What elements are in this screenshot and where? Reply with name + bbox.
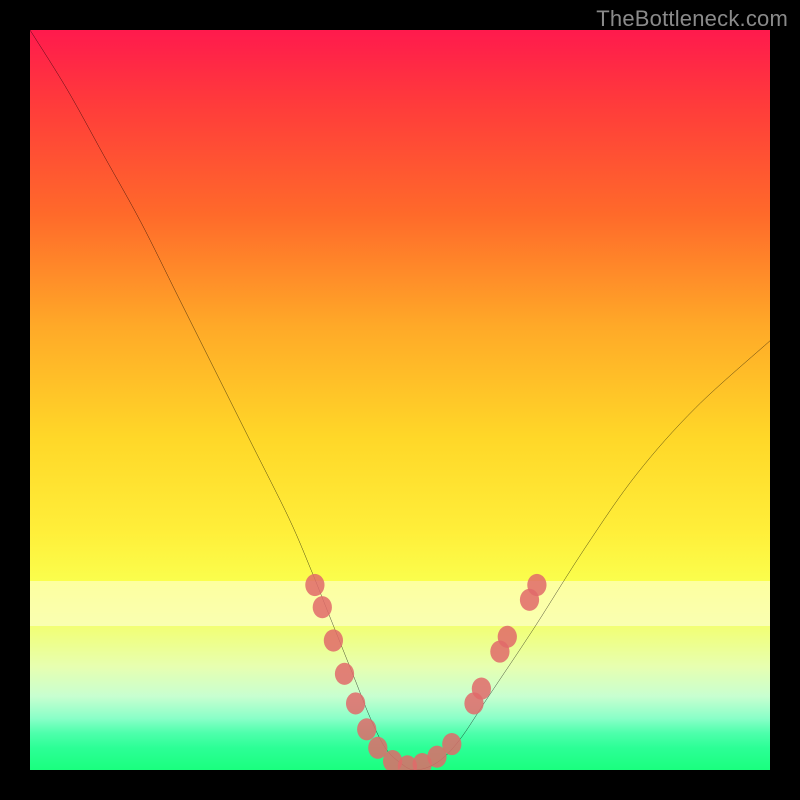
marker-point (324, 629, 343, 651)
watermark-text: TheBottleneck.com (596, 6, 788, 32)
marker-point (335, 663, 354, 685)
marker-point (472, 678, 491, 700)
marker-point (305, 574, 324, 596)
marker-point (498, 626, 517, 648)
curve-markers (305, 574, 546, 770)
chart-svg (30, 30, 770, 770)
plot-area (30, 30, 770, 770)
marker-point (346, 692, 365, 714)
chart-frame: TheBottleneck.com (0, 0, 800, 800)
marker-point (442, 733, 461, 755)
marker-point (527, 574, 546, 596)
curve-line (30, 30, 770, 770)
marker-point (313, 596, 332, 618)
marker-point (357, 718, 376, 740)
